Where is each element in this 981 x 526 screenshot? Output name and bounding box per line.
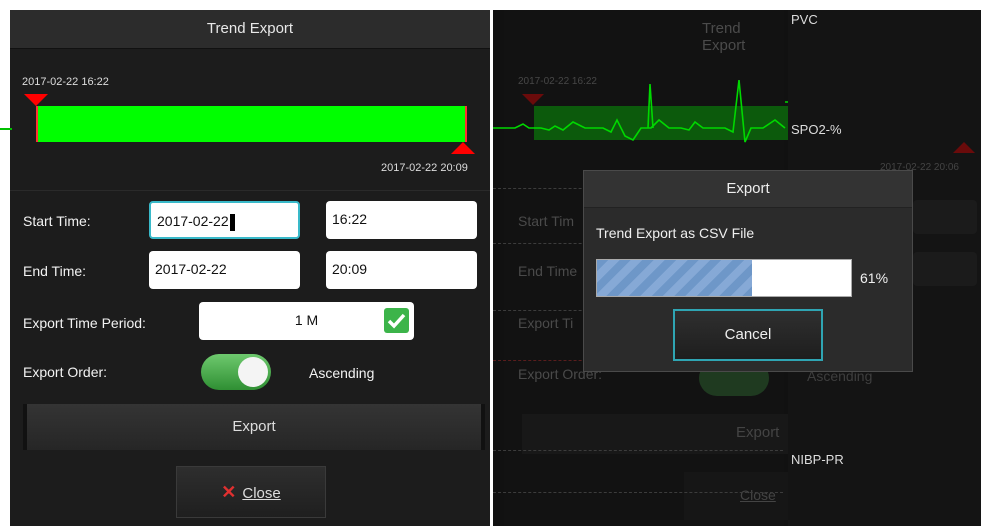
dim-period-label: Export Ti (518, 315, 574, 331)
dim-field-2 (913, 252, 977, 286)
range-start-label: 2017-02-22 16:22 (22, 76, 109, 88)
period-select[interactable]: 1 M (199, 302, 414, 340)
start-time-label: Start Time: (23, 213, 91, 229)
export-dialog-title: Export (584, 171, 912, 208)
order-toggle[interactable] (201, 354, 271, 390)
start-clock-value: 16:22 (332, 211, 368, 227)
dim-field-1 (913, 200, 977, 234)
order-value: Ascending (309, 365, 375, 381)
dashed-line-5 (493, 450, 783, 451)
period-label: Export Time Period: (23, 315, 146, 331)
trend-range-bar[interactable] (36, 106, 467, 142)
param-pvc: PVC (791, 12, 818, 27)
waveform-stub (0, 128, 12, 130)
export-message: Trend Export as CSV File (596, 225, 755, 241)
end-date-value: 2017-02-22 (155, 261, 227, 277)
end-time-label: End Time: (23, 263, 87, 279)
start-date-value: 2017-02-22 (157, 213, 229, 229)
period-value: 1 M (294, 312, 319, 328)
dashed-line-6 (493, 492, 783, 493)
close-button-label: Close (242, 485, 281, 502)
range-end-handle[interactable] (451, 142, 475, 154)
export-button[interactable]: Export (23, 404, 485, 450)
start-clock-field[interactable]: 16:22 (326, 201, 477, 239)
divider (10, 190, 490, 191)
order-label: Export Order: (23, 364, 108, 380)
export-progress-bar (596, 259, 852, 297)
close-x-icon: ✕ (221, 482, 237, 502)
dim-end-handle (953, 142, 975, 153)
dim-title: Trend Export (702, 20, 746, 54)
dim-end-label: End Time (518, 263, 578, 279)
end-clock-value: 20:09 (332, 261, 368, 277)
export-progress-label: 61% (860, 270, 889, 286)
dim-close-box (684, 472, 794, 520)
end-clock-field[interactable]: 20:09 (326, 251, 477, 289)
export-button-label: Export (232, 418, 276, 435)
dialog-title: Trend Export (10, 10, 490, 49)
toggle-knob (238, 357, 268, 387)
end-date-field[interactable]: 2017-02-22 (149, 251, 300, 289)
close-button[interactable]: ✕ Close (176, 466, 326, 518)
trend-export-dialog: Trend Export 2017-02-22 16:22 2017-02-22… (0, 10, 490, 526)
text-cursor (229, 213, 235, 231)
param-nibp: NIBP-PR (791, 452, 844, 467)
cancel-button-label: Cancel (724, 326, 772, 343)
start-date-field[interactable]: 2017-02-22 (149, 201, 300, 239)
range-start-handle[interactable] (24, 94, 48, 106)
checkmark-icon (384, 308, 409, 333)
param-spo2: SPO2-% (791, 122, 842, 137)
range-end-label: 2017-02-22 20:09 (381, 162, 468, 174)
dim-start-label: Start Tim (518, 213, 575, 229)
dim-export-label: Export (736, 424, 780, 441)
cancel-button[interactable]: Cancel (673, 309, 823, 361)
export-progress-dialog: Export Trend Export as CSV File 61% Canc… (583, 170, 913, 372)
dim-close-label: Close (740, 487, 776, 503)
export-progress-fill (597, 260, 752, 296)
